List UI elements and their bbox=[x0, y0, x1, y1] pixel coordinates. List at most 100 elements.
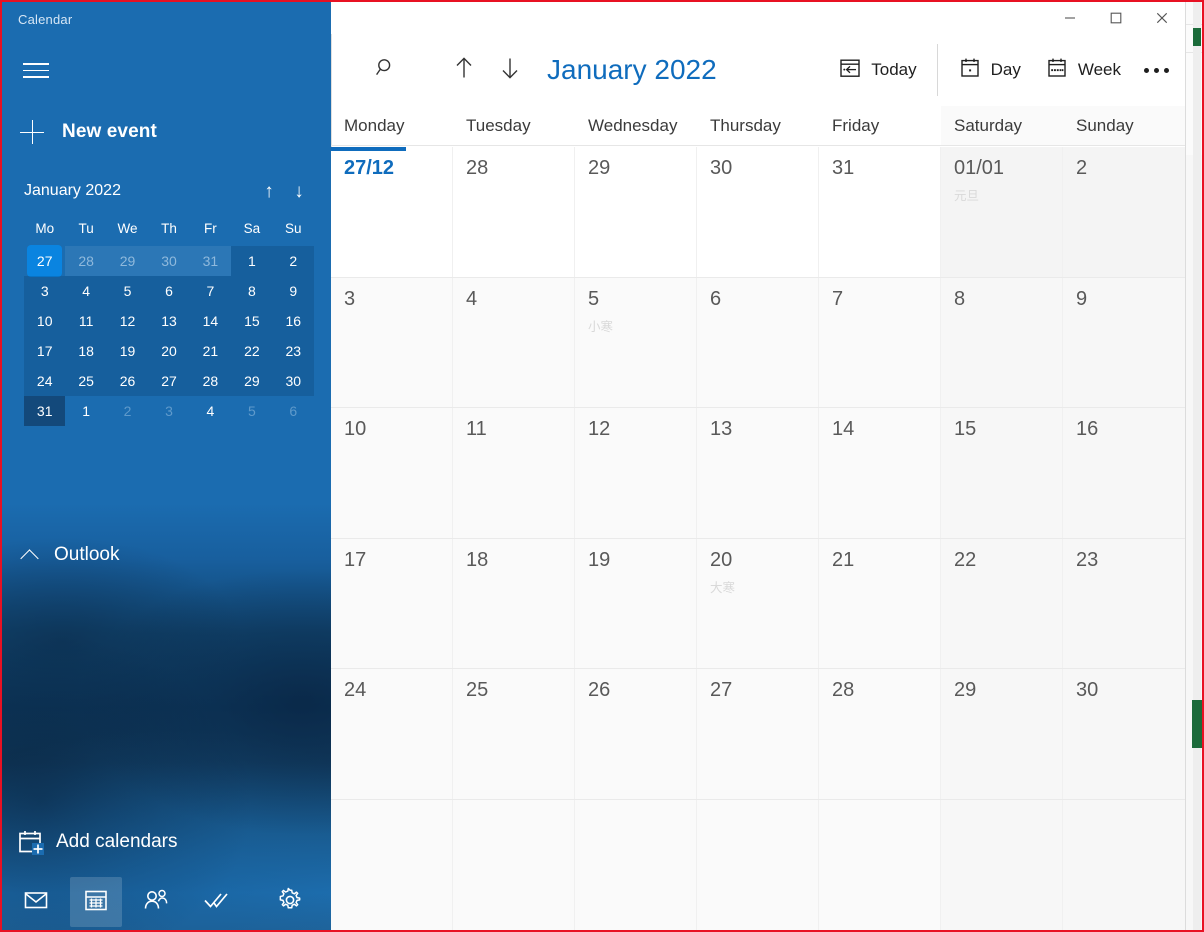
mini-calendar-day[interactable]: 21 bbox=[189, 336, 232, 366]
day-cell[interactable]: 30 bbox=[1063, 669, 1185, 799]
day-cell[interactable]: 28 bbox=[453, 147, 575, 277]
mini-calendar-day[interactable]: 6 bbox=[273, 396, 314, 426]
new-event-button[interactable]: New event bbox=[16, 112, 157, 152]
previous-month-button[interactable] bbox=[441, 47, 487, 93]
mini-calendar-day[interactable]: 5 bbox=[231, 396, 272, 426]
search-button[interactable] bbox=[363, 47, 409, 93]
nav-item-calendar[interactable] bbox=[70, 877, 122, 927]
day-cell[interactable]: 14 bbox=[819, 408, 941, 538]
day-cell[interactable]: 20 大寒 bbox=[697, 538, 819, 668]
day-cell[interactable]: 29 bbox=[575, 147, 697, 277]
day-view-button[interactable]: Day bbox=[946, 47, 1033, 93]
mini-calendar-day[interactable]: 29 bbox=[231, 366, 273, 396]
mini-calendar-day[interactable]: 4 bbox=[65, 276, 108, 306]
day-cell[interactable]: 22 bbox=[941, 538, 1063, 668]
maximize-icon[interactable] bbox=[1093, 2, 1139, 34]
nav-item-todo[interactable] bbox=[190, 877, 242, 927]
day-cell[interactable]: 18 bbox=[453, 538, 575, 668]
day-cell[interactable]: 12 bbox=[575, 408, 697, 538]
background-scrollbar-thumb[interactable] bbox=[1192, 700, 1202, 748]
today-button[interactable]: Today bbox=[826, 47, 928, 93]
day-cell[interactable]: 17 bbox=[331, 538, 453, 668]
week-view-button[interactable]: Week bbox=[1033, 47, 1133, 93]
day-cell[interactable]: 21 bbox=[819, 538, 941, 668]
day-cell[interactable] bbox=[453, 799, 575, 930]
mini-calendar-day[interactable]: 12 bbox=[106, 306, 149, 336]
day-cell[interactable] bbox=[819, 799, 941, 930]
day-cell[interactable]: 19 bbox=[575, 538, 697, 668]
day-cell[interactable]: 28 bbox=[819, 669, 941, 799]
mini-calendar-day[interactable]: 5 bbox=[106, 276, 149, 306]
mini-calendar-day[interactable]: 27 bbox=[24, 245, 65, 277]
day-cell[interactable]: 23 bbox=[1063, 538, 1185, 668]
day-cell[interactable]: 24 bbox=[331, 669, 453, 799]
mini-calendar-day[interactable]: 6 bbox=[148, 276, 191, 306]
day-cell[interactable]: 01/01 元旦 bbox=[941, 147, 1063, 277]
mini-calendar-day[interactable]: 23 bbox=[272, 336, 315, 366]
day-cell[interactable]: 31 bbox=[819, 147, 941, 277]
day-cell[interactable] bbox=[941, 799, 1063, 930]
mini-calendar-day[interactable]: 31 bbox=[24, 396, 66, 426]
hamburger-icon[interactable] bbox=[20, 54, 52, 86]
mini-calendar-next-arrow-down-icon[interactable]: ↓ bbox=[284, 176, 314, 206]
day-cell[interactable]: 25 bbox=[453, 669, 575, 799]
mini-calendar-day[interactable]: 29 bbox=[106, 246, 149, 276]
mini-calendar-day[interactable]: 18 bbox=[65, 336, 108, 366]
mini-calendar-day[interactable]: 27 bbox=[148, 366, 191, 396]
mini-calendar-day[interactable]: 1 bbox=[231, 246, 273, 276]
day-cell[interactable]: 2 bbox=[1063, 147, 1185, 277]
day-cell[interactable]: 3 bbox=[331, 277, 453, 407]
day-cell[interactable]: 16 bbox=[1063, 408, 1185, 538]
day-cell[interactable] bbox=[331, 799, 453, 930]
close-icon[interactable] bbox=[1139, 2, 1185, 34]
mini-calendar-day[interactable]: 14 bbox=[189, 306, 232, 336]
mini-calendar-day[interactable]: 20 bbox=[148, 336, 191, 366]
mini-calendar-day[interactable]: 9 bbox=[272, 276, 315, 306]
mini-calendar-day[interactable]: 30 bbox=[272, 366, 315, 396]
day-cell[interactable]: 13 bbox=[697, 408, 819, 538]
day-cell[interactable]: 9 bbox=[1063, 277, 1185, 407]
mini-calendar-day[interactable]: 13 bbox=[148, 306, 191, 336]
mini-calendar-day[interactable]: 8 bbox=[231, 276, 273, 306]
mini-calendar-day[interactable]: 24 bbox=[24, 366, 66, 396]
day-cell[interactable]: 30 bbox=[697, 147, 819, 277]
mini-calendar-day[interactable]: 26 bbox=[106, 366, 149, 396]
nav-item-mail[interactable] bbox=[10, 877, 62, 927]
mini-calendar-day[interactable]: 31 bbox=[189, 246, 232, 276]
mini-calendar-day[interactable]: 7 bbox=[189, 276, 232, 306]
mini-calendar-prev-arrow-up-icon[interactable]: ↑ bbox=[254, 176, 284, 206]
day-cell[interactable]: 4 bbox=[453, 277, 575, 407]
nav-item-people[interactable] bbox=[130, 877, 182, 927]
day-cell[interactable]: 10 bbox=[331, 408, 453, 538]
day-cell[interactable] bbox=[697, 799, 819, 930]
day-cell[interactable] bbox=[575, 799, 697, 930]
day-cell[interactable]: 26 bbox=[575, 669, 697, 799]
mini-calendar-day[interactable]: 1 bbox=[65, 396, 106, 426]
background-scrollbar-track[interactable] bbox=[1193, 0, 1201, 932]
mini-calendar-day[interactable]: 17 bbox=[24, 336, 66, 366]
day-cell[interactable]: 5 小寒 bbox=[575, 277, 697, 407]
mini-calendar-day[interactable]: 10 bbox=[24, 306, 66, 336]
mini-calendar-day[interactable]: 4 bbox=[190, 396, 231, 426]
mini-calendar-day[interactable]: 19 bbox=[106, 336, 149, 366]
minimize-icon[interactable] bbox=[1047, 2, 1093, 34]
mini-calendar-day[interactable]: 2 bbox=[272, 246, 315, 276]
next-month-button[interactable] bbox=[487, 47, 533, 93]
mini-calendar-day[interactable]: 11 bbox=[65, 306, 108, 336]
mini-calendar-day[interactable]: 28 bbox=[65, 246, 108, 276]
day-cell[interactable]: 27/12 bbox=[331, 147, 453, 277]
day-cell[interactable]: 6 bbox=[697, 277, 819, 407]
background-scrollbar-thumb[interactable] bbox=[1193, 28, 1201, 46]
day-cell[interactable]: 8 bbox=[941, 277, 1063, 407]
mini-calendar-day[interactable]: 22 bbox=[231, 336, 273, 366]
add-calendars-button[interactable]: Add calendars bbox=[16, 824, 177, 860]
day-cell[interactable]: 15 bbox=[941, 408, 1063, 538]
more-options-button[interactable] bbox=[1133, 47, 1179, 93]
day-cell[interactable]: 27 bbox=[697, 669, 819, 799]
day-cell[interactable]: 7 bbox=[819, 277, 941, 407]
day-cell[interactable]: 29 bbox=[941, 669, 1063, 799]
mini-calendar-day[interactable]: 3 bbox=[24, 276, 66, 306]
mini-calendar-day[interactable]: 25 bbox=[65, 366, 108, 396]
mini-calendar-day[interactable]: 28 bbox=[189, 366, 232, 396]
account-group-outlook[interactable]: Outlook bbox=[18, 536, 119, 574]
